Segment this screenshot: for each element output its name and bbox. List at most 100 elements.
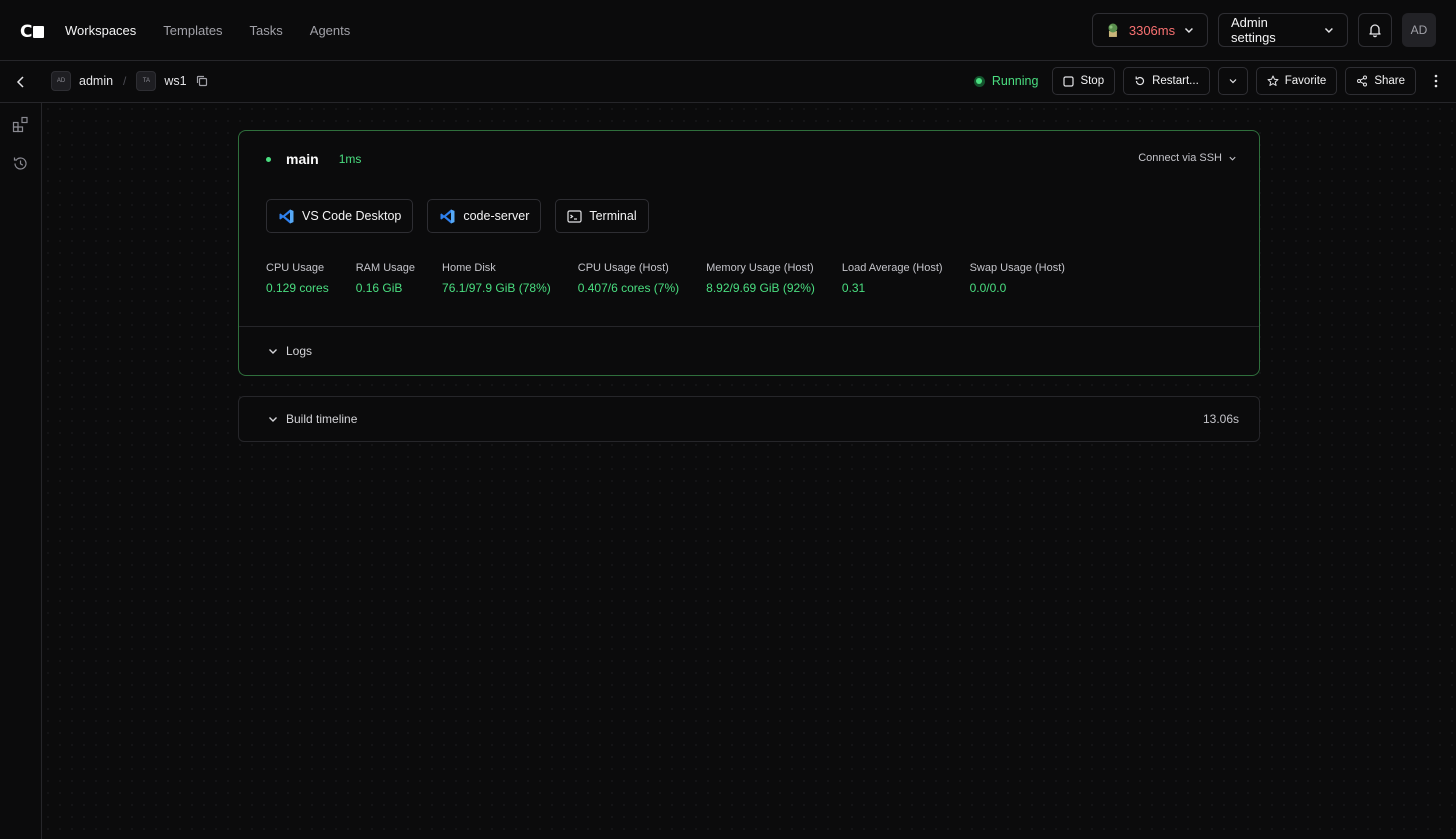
resources-icon[interactable] bbox=[12, 116, 29, 133]
share-icon bbox=[1357, 75, 1368, 87]
stat-swap-usage-host: Swap Usage (Host) 0.0/0.0 bbox=[970, 262, 1065, 295]
admin-settings-label: Admin settings bbox=[1231, 15, 1276, 45]
vscode-desktop-button[interactable]: VS Code Desktop bbox=[266, 199, 414, 233]
nav-templates[interactable]: Templates bbox=[163, 23, 222, 38]
chevron-down-icon bbox=[1185, 27, 1194, 34]
region-flag-icon bbox=[1108, 23, 1118, 37]
stat-load-average-host: Load Average (Host) 0.31 bbox=[842, 262, 943, 295]
agent-metadata: CPU Usage 0.129 cores RAM Usage 0.16 GiB… bbox=[266, 262, 1092, 295]
logs-label: Logs bbox=[286, 344, 313, 358]
chevron-down-icon bbox=[269, 417, 277, 422]
stop-button[interactable]: Stop bbox=[1052, 67, 1116, 95]
copy-icon[interactable] bbox=[195, 74, 209, 88]
top-navbar: C Workspaces Templates Tasks Agents 3306… bbox=[0, 0, 1456, 61]
breadcrumb-workspace[interactable]: ws1 bbox=[164, 74, 186, 88]
stat-value: 0.16 GiB bbox=[355, 281, 403, 295]
logo-block bbox=[33, 26, 45, 38]
agent-latency: 1ms bbox=[338, 152, 362, 166]
stat-value: 0.407/6 cores (7%) bbox=[577, 281, 680, 295]
stat-value: 0.129 cores bbox=[266, 281, 329, 295]
stat-value: 8.92/9.69 GiB (92%) bbox=[706, 281, 815, 295]
restart-button[interactable]: Restart... bbox=[1123, 67, 1210, 95]
logo-mark: C bbox=[20, 22, 33, 42]
coder-logo[interactable]: C bbox=[20, 22, 45, 42]
restart-options-button[interactable] bbox=[1217, 67, 1248, 95]
stat-label: RAM Usage bbox=[355, 262, 416, 274]
stat-label: CPU Usage (Host) bbox=[577, 262, 669, 274]
admin-settings-button[interactable]: Admin settings bbox=[1218, 13, 1348, 47]
vscode-icon bbox=[279, 209, 294, 223]
vscode-icon bbox=[440, 209, 455, 223]
stat-value: 76.1/97.9 GiB (78%) bbox=[442, 281, 551, 295]
main-nav: Workspaces Templates Tasks Agents bbox=[65, 0, 377, 60]
chevron-down-icon bbox=[1325, 27, 1334, 34]
share-label: Share bbox=[1374, 75, 1405, 87]
logs-toggle[interactable]: Logs bbox=[239, 326, 1259, 375]
nav-tasks[interactable]: Tasks bbox=[250, 23, 283, 38]
favorite-button[interactable]: Favorite bbox=[1255, 67, 1338, 95]
build-timeline-label: Build timeline bbox=[286, 412, 358, 426]
chevron-down-icon bbox=[1229, 156, 1236, 161]
chevron-down-icon bbox=[1229, 79, 1237, 84]
agent-name: main bbox=[286, 151, 319, 167]
restart-icon bbox=[1135, 76, 1145, 86]
stat-label: Home Disk bbox=[442, 262, 496, 274]
connect-ssh-button[interactable]: Connect via SSH bbox=[1138, 152, 1237, 164]
square-stop-icon bbox=[1063, 75, 1075, 87]
user-avatar[interactable]: AD bbox=[1402, 13, 1436, 47]
more-options-button[interactable] bbox=[1424, 67, 1448, 95]
stat-label: CPU Usage bbox=[266, 262, 325, 274]
agent-card: main 1ms Connect via SSH VS Code Desktop bbox=[238, 130, 1260, 376]
history-icon[interactable] bbox=[12, 155, 29, 172]
agent-apps: VS Code Desktop code-server Terminal bbox=[266, 199, 649, 233]
stat-label: Load Average (Host) bbox=[841, 262, 943, 274]
favorite-label: Favorite bbox=[1284, 75, 1327, 87]
back-arrow-icon[interactable] bbox=[13, 74, 29, 90]
agent-status-dot bbox=[266, 156, 271, 162]
topbar-actions: 3306ms Admin settings AD bbox=[1092, 13, 1436, 47]
workspace-sidebar bbox=[0, 103, 42, 839]
stop-label: Stop bbox=[1080, 75, 1105, 87]
workspace-actions: Running Stop Restart... Favorite Share bbox=[973, 67, 1448, 95]
main-content: main 1ms Connect via SSH VS Code Desktop bbox=[42, 103, 1456, 839]
stat-label: Memory Usage (Host) bbox=[706, 262, 814, 274]
terminal-label: Terminal bbox=[589, 209, 637, 223]
stat-value: 0.0/0.0 bbox=[969, 281, 1007, 295]
status-indicator bbox=[973, 75, 985, 87]
proxy-latency-button[interactable]: 3306ms bbox=[1092, 13, 1208, 47]
breadcrumb-separator: / bbox=[123, 74, 127, 88]
build-duration: 13.06s bbox=[1202, 412, 1239, 426]
share-button[interactable]: Share bbox=[1345, 67, 1416, 95]
template-avatar: TA bbox=[136, 71, 157, 91]
status-text: Running bbox=[991, 74, 1039, 88]
chevron-down-icon bbox=[269, 349, 277, 354]
terminal-icon bbox=[567, 209, 582, 223]
vscode-desktop-label: VS Code Desktop bbox=[302, 209, 402, 223]
connect-ssh-label: Connect via SSH bbox=[1138, 152, 1222, 164]
stat-memory-usage-host: Memory Usage (Host) 8.92/9.69 GiB (92%) bbox=[706, 262, 815, 295]
nav-workspaces[interactable]: Workspaces bbox=[65, 23, 136, 38]
vertical-dots-icon bbox=[1434, 74, 1438, 88]
stat-value: 0.31 bbox=[841, 281, 866, 295]
code-server-button[interactable]: code-server bbox=[427, 199, 542, 233]
star-icon bbox=[1267, 75, 1279, 86]
breadcrumb: AD admin / TA ws1 bbox=[51, 71, 209, 91]
breadcrumb-owner[interactable]: admin bbox=[79, 74, 113, 88]
bell-icon bbox=[1369, 24, 1381, 38]
stat-home-disk: Home Disk 76.1/97.9 GiB (78%) bbox=[442, 262, 551, 295]
workspace-topbar: AD admin / TA ws1 Running Stop Restart..… bbox=[0, 61, 1456, 103]
notifications-button[interactable] bbox=[1358, 13, 1392, 47]
build-timeline-toggle[interactable]: Build timeline 13.06s bbox=[238, 396, 1260, 442]
stat-cpu-usage-host: CPU Usage (Host) 0.407/6 cores (7%) bbox=[578, 262, 679, 295]
stat-label: Swap Usage (Host) bbox=[969, 262, 1065, 274]
stat-cpu-usage: CPU Usage 0.129 cores bbox=[266, 262, 329, 295]
code-server-label: code-server bbox=[463, 209, 530, 223]
workspace-status: Running bbox=[973, 74, 1039, 88]
latency-value: 3306ms bbox=[1128, 22, 1176, 38]
terminal-button[interactable]: Terminal bbox=[555, 199, 649, 233]
owner-avatar: AD bbox=[51, 71, 71, 91]
nav-agents[interactable]: Agents bbox=[310, 23, 350, 38]
restart-label: Restart... bbox=[1152, 75, 1199, 87]
agent-header: main 1ms bbox=[266, 151, 361, 167]
stat-ram-usage: RAM Usage 0.16 GiB bbox=[356, 262, 415, 295]
